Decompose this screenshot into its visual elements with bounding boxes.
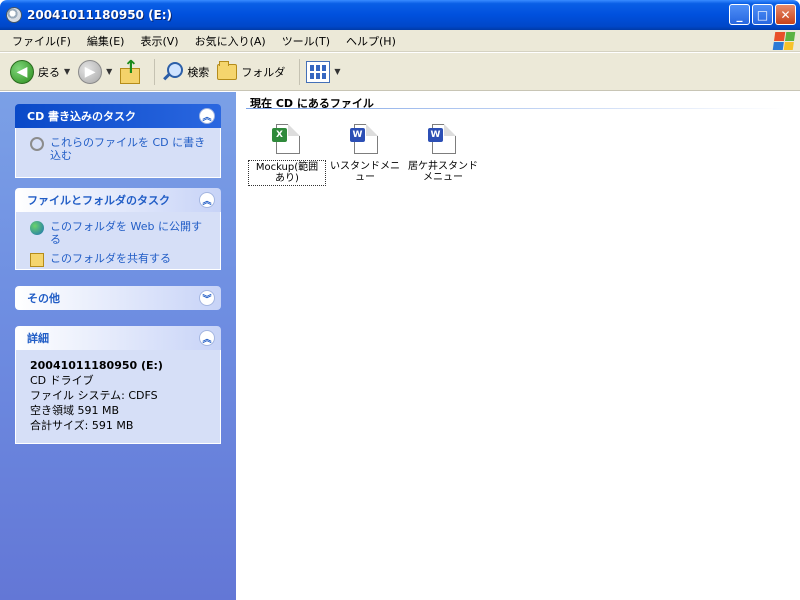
drive-filesystem: ファイル システム: CDFS (30, 389, 158, 402)
globe-icon (30, 221, 44, 235)
group-divider (246, 108, 786, 109)
file-folder-tasks-body: このフォルダを Web に公開する このフォルダを共有する (15, 212, 221, 270)
views-dropdown-icon[interactable]: ▼ (334, 67, 340, 76)
menu-tools[interactable]: ツール(T) (276, 31, 336, 51)
folder-icon (217, 60, 238, 80)
menu-bar: ファイル(F) 編集(E) 表示(V) お気に入り(A) ツール(T) ヘルプ(… (0, 30, 800, 52)
folders-button[interactable]: フォルダ (217, 60, 286, 80)
task-publish-label: このフォルダを Web に公開する (50, 220, 202, 246)
minimize-button[interactable]: _ (729, 4, 750, 25)
toolbar-separator (299, 58, 301, 85)
toolbar: ◀ 戻る ▼ ▶ ▼ 検索 フォルダ ▼ (0, 53, 800, 91)
close-button[interactable]: ✕ (775, 4, 796, 25)
cd-tasks-title: CD 書き込みのタスク (27, 110, 137, 123)
details-panel: 詳細 ︽ 20041011180950 (E:) CD ドライブ ファイル シス… (15, 326, 221, 444)
drive-name: 20041011180950 (E:) (30, 359, 163, 372)
drive-free-space: 空き領域 591 MB (30, 404, 120, 417)
up-button[interactable] (120, 57, 141, 84)
cd-burn-icon (30, 137, 44, 151)
collapse-chevron-icon[interactable]: ︽ (199, 192, 215, 208)
other-places-panel: その他 ︾ (15, 286, 221, 310)
details-body: 20041011180950 (E:) CD ドライブ ファイル システム: C… (15, 350, 221, 444)
title-bar: 20041011180950 (E:) _ □ ✕ (0, 0, 800, 30)
cd-tasks-panel: CD 書き込みのタスク ︽ これらのファイルを CD に書き込む (15, 104, 221, 178)
maximize-button[interactable]: □ (752, 4, 773, 25)
search-label: 検索 (187, 65, 210, 79)
shared-folder-icon (30, 253, 44, 267)
views-button[interactable]: ▼ (306, 60, 340, 83)
search-icon (161, 61, 184, 83)
file-view: 現在 CD にあるファイル X Mockup(範囲あり) W いスタンドメニュー… (236, 92, 800, 600)
menu-favorites[interactable]: お気に入り(A) (189, 31, 272, 51)
cd-tasks-body: これらのファイルを CD に書き込む (15, 128, 221, 178)
back-dropdown-icon[interactable]: ▼ (64, 67, 70, 76)
details-header[interactable]: 詳細 ︽ (15, 326, 221, 350)
task-share-folder[interactable]: このフォルダを共有する (30, 252, 212, 267)
search-button[interactable]: 検索 (161, 61, 209, 83)
drive-total-size: 合計サイズ: 591 MB (30, 419, 134, 432)
task-pane: CD 書き込みのタスク ︽ これらのファイルを CD に書き込む ファイルとフォ… (0, 92, 236, 600)
windows-logo-icon (772, 32, 796, 50)
file-label: いスタンドメニュー (330, 161, 400, 183)
details-title: 詳細 (27, 332, 49, 345)
menu-view[interactable]: 表示(V) (134, 31, 184, 51)
excel-file-icon: X (272, 122, 302, 156)
word-file-icon: W (428, 122, 458, 156)
window-title: 20041011180950 (E:) (27, 8, 173, 22)
file-folder-tasks-title: ファイルとフォルダのタスク (27, 194, 170, 207)
file-item[interactable]: W 居ケ井スタンドメニュー (404, 122, 482, 184)
expand-chevron-icon[interactable]: ︾ (199, 290, 215, 306)
back-button[interactable]: ◀ 戻る ▼ (10, 59, 70, 84)
folder-up-icon (120, 57, 141, 84)
toolbar-separator (154, 58, 156, 85)
drive-type: CD ドライブ (30, 374, 94, 387)
cd-tasks-header[interactable]: CD 書き込みのタスク ︽ (15, 104, 221, 128)
views-icon (306, 60, 331, 83)
menu-help[interactable]: ヘルプ(H) (340, 31, 402, 51)
menu-edit[interactable]: 編集(E) (81, 31, 131, 51)
file-item[interactable]: X Mockup(範囲あり) (248, 122, 326, 186)
other-places-header[interactable]: その他 ︾ (15, 286, 221, 310)
file-item[interactable]: W いスタンドメニュー (326, 122, 404, 184)
task-burn-label: これらのファイルを CD に書き込む (50, 136, 206, 162)
back-arrow-icon: ◀ (10, 59, 34, 84)
task-burn-to-cd[interactable]: これらのファイルを CD に書き込む (30, 136, 212, 162)
word-file-icon: W (350, 122, 380, 156)
forward-dropdown-icon[interactable]: ▼ (106, 67, 112, 76)
cd-drive-icon (6, 7, 22, 23)
task-publish-web[interactable]: このフォルダを Web に公開する (30, 220, 212, 246)
menu-file[interactable]: ファイル(F) (6, 31, 77, 51)
task-share-label: このフォルダを共有する (50, 252, 171, 265)
other-places-title: その他 (27, 292, 60, 305)
window-controls: _ □ ✕ (729, 4, 796, 25)
file-label: Mockup(範囲あり) (248, 160, 326, 186)
file-folder-tasks-panel: ファイルとフォルダのタスク ︽ このフォルダを Web に公開する このフォルダ… (15, 188, 221, 270)
folders-label: フォルダ (241, 65, 286, 79)
collapse-chevron-icon[interactable]: ︽ (199, 108, 215, 124)
file-folder-tasks-header[interactable]: ファイルとフォルダのタスク ︽ (15, 188, 221, 212)
forward-arrow-icon: ▶ (78, 59, 103, 84)
file-label: 居ケ井スタンドメニュー (408, 161, 478, 183)
forward-button[interactable]: ▶ ▼ (78, 59, 112, 84)
back-label: 戻る (38, 65, 60, 79)
collapse-chevron-icon[interactable]: ︽ (199, 330, 215, 346)
